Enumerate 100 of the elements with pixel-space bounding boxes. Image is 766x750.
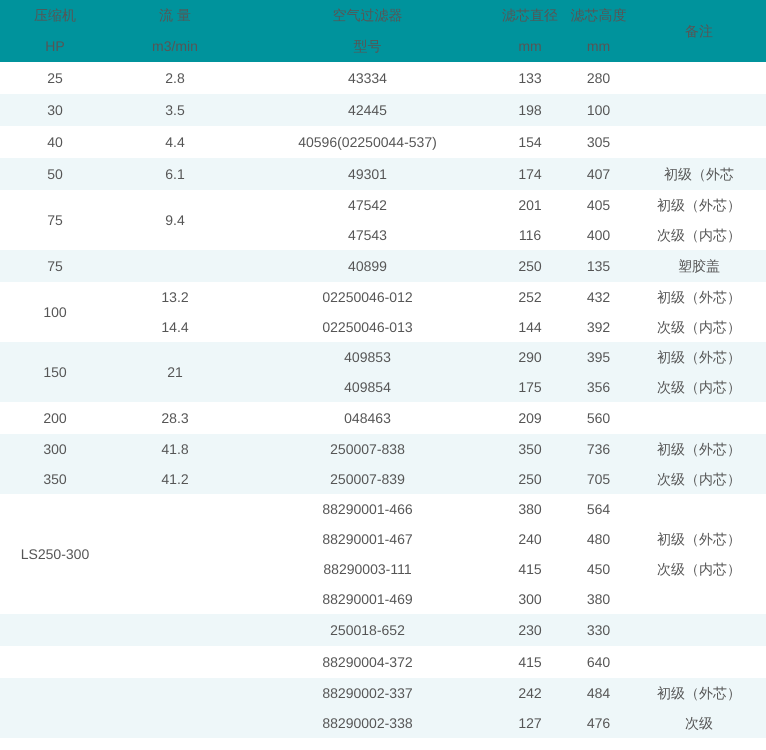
- column-header: 滤芯高度: [570, 7, 626, 23]
- table-cell: 250: [518, 470, 542, 486]
- table-cell: 100: [43, 304, 67, 320]
- table-cell: 塑胶盖: [678, 258, 720, 274]
- table-cell: 88290002-338: [322, 714, 413, 730]
- column-header: 压缩机: [34, 7, 76, 23]
- table-cell: 40899: [348, 258, 387, 274]
- table-cell: 209: [518, 410, 542, 426]
- table-cell: 350: [43, 470, 67, 486]
- table-cell: 100: [586, 102, 610, 118]
- table-cell: 75: [47, 258, 63, 274]
- table-cell: 6.1: [165, 166, 185, 182]
- table-cell: LS250-300: [20, 546, 90, 562]
- table-cell: 432: [586, 288, 610, 304]
- table-cell: 450: [586, 560, 610, 576]
- table-cell: 次级（内芯）: [657, 378, 741, 394]
- table-cell: 9.4: [165, 212, 185, 228]
- table-cell: 350: [518, 440, 542, 456]
- table-cell: 407: [586, 166, 610, 182]
- table-cell: 28.3: [161, 410, 189, 426]
- table-cell: 250: [518, 258, 542, 274]
- table-cell: 初级（外芯）: [657, 530, 741, 546]
- table-cell: 初级（外芯）: [657, 196, 741, 212]
- table-cell: 415: [518, 560, 542, 576]
- table-cell: 88290002-337: [322, 684, 413, 700]
- table-cell: 14.4: [161, 318, 189, 334]
- table-cell: 300: [518, 590, 542, 606]
- table-cell: 40: [47, 134, 63, 150]
- table-cell: 2.8: [165, 70, 185, 86]
- table-cell: 116: [518, 226, 542, 242]
- column-unit: m3/min: [152, 38, 198, 54]
- table-cell: 380: [586, 590, 610, 606]
- table-cell: 次级（内芯）: [657, 318, 741, 334]
- table-cell: 3.5: [165, 102, 185, 118]
- table-cell: 88290001-466: [322, 500, 413, 516]
- table-cell: 次级（内芯）: [657, 470, 741, 486]
- table-cell: 13.2: [161, 288, 189, 304]
- table-cell: 135: [586, 258, 610, 274]
- table-cell: 30: [47, 102, 63, 118]
- table-cell: 88290004-372: [322, 654, 413, 670]
- column-header: 流 量: [159, 7, 191, 23]
- table-cell: 43334: [348, 70, 387, 86]
- table-cell: 初级（外芯）: [657, 684, 741, 700]
- table-cell: 40596(02250044-537): [298, 134, 437, 150]
- column-header: 滤芯直径: [502, 7, 558, 23]
- table-cell: 560: [586, 410, 610, 426]
- table-cell: 400: [586, 226, 610, 242]
- column-unit: HP: [45, 38, 65, 54]
- table-cell: 88290001-467: [322, 530, 413, 546]
- table-cell: 47542: [348, 196, 387, 212]
- table-cell: 409854: [344, 378, 391, 394]
- table-cell: 127: [518, 714, 542, 730]
- table-cell: 736: [586, 440, 610, 456]
- table-cell: 300: [43, 440, 67, 456]
- table-cell: 395: [586, 348, 610, 364]
- table-cell: 02250046-013: [322, 318, 413, 334]
- table-cell: 048463: [344, 410, 391, 426]
- table-cell: 174: [518, 166, 542, 182]
- table-cell: 380: [518, 500, 542, 516]
- table-cell: 640: [586, 654, 610, 670]
- table-cell: 75: [47, 212, 63, 228]
- table-cell: 405: [586, 196, 610, 212]
- table-cell: 47543: [348, 226, 387, 242]
- table-cell: 初级（外芯: [664, 166, 734, 182]
- table-cell: 175: [518, 378, 542, 394]
- table-cell: 88290003-111: [323, 560, 412, 576]
- table-cell: 250007-839: [330, 470, 405, 486]
- table-cell: 次级: [685, 714, 713, 730]
- table-cell: 242: [518, 684, 542, 700]
- table-cell: 201: [518, 196, 542, 212]
- table-cell: 705: [586, 470, 610, 486]
- table-cell: 305: [586, 134, 610, 150]
- table-cell: 初级（外芯）: [657, 348, 741, 364]
- table-cell: 250007-838: [330, 440, 405, 456]
- table-cell: 392: [586, 318, 610, 334]
- table-cell: 初级（外芯）: [657, 440, 741, 456]
- table-cell: 409853: [344, 348, 391, 364]
- table-cell: 154: [518, 134, 542, 150]
- table-cell: 230: [518, 622, 542, 638]
- table-cell: 50: [47, 166, 63, 182]
- table-cell: 480: [586, 530, 610, 546]
- table-cell: 初级（外芯）: [657, 288, 741, 304]
- table-cell: 252: [518, 288, 542, 304]
- table-cell: 次级（内芯）: [657, 560, 741, 576]
- column-unit: 型号: [354, 38, 382, 54]
- table-cell: 49301: [348, 166, 387, 182]
- table-cell: 198: [518, 102, 542, 118]
- table-cell: 330: [586, 622, 610, 638]
- column-header: 备注: [685, 22, 713, 38]
- table-cell: 25: [47, 70, 63, 86]
- table-cell: 356: [586, 378, 610, 394]
- column-unit: mm: [518, 38, 542, 54]
- column-unit: mm: [586, 38, 610, 54]
- table-cell: 次级（内芯）: [657, 226, 741, 242]
- table-cell: 4.4: [165, 134, 185, 150]
- table-cell: 150: [43, 364, 67, 380]
- table-cell: 21: [167, 364, 183, 380]
- table-cell: 290: [518, 348, 542, 364]
- table-cell: 484: [586, 684, 610, 700]
- table-cell: 133: [518, 70, 542, 86]
